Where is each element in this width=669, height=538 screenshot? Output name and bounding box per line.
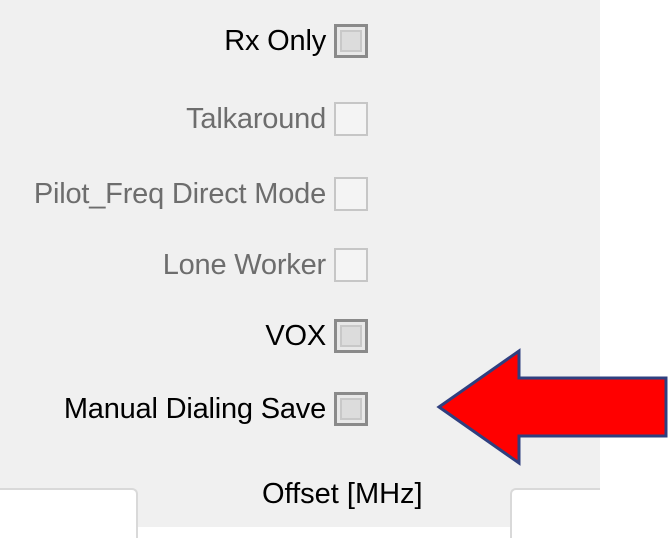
pilot-freq-direct-mode-label: Pilot_Freq Direct Mode [33,177,326,210]
pilot-freq-direct-mode-checkbox [334,177,368,211]
manual-dialing-save-checkbox[interactable] [334,392,368,426]
offset-mhz-label: Offset [MHz] [262,478,423,510]
arrow-left-icon [436,348,668,466]
option-talkaround: Talkaround [186,97,368,141]
rx-only-label: Rx Only [224,24,326,57]
red-arrow-annotation [436,348,668,466]
talkaround-checkbox [334,102,368,136]
field-box-right[interactable] [510,488,600,538]
option-vox[interactable]: VOX [265,314,368,358]
talkaround-label: Talkaround [186,102,326,135]
option-pilot-freq-direct-mode: Pilot_Freq Direct Mode [34,172,368,216]
vox-checkbox[interactable] [334,319,368,353]
lone-worker-label: Lone Worker [162,248,326,281]
rx-only-checkbox[interactable] [334,24,368,58]
option-rx-only[interactable]: Rx Only [224,19,368,63]
option-lone-worker: Lone Worker [163,243,368,287]
field-box-left[interactable] [0,488,138,538]
lone-worker-checkbox [334,248,368,282]
vox-label: VOX [265,319,326,352]
option-manual-dialing-save[interactable]: Manual Dialing Save [64,387,368,431]
manual-dialing-save-label: Manual Dialing Save [63,392,326,425]
